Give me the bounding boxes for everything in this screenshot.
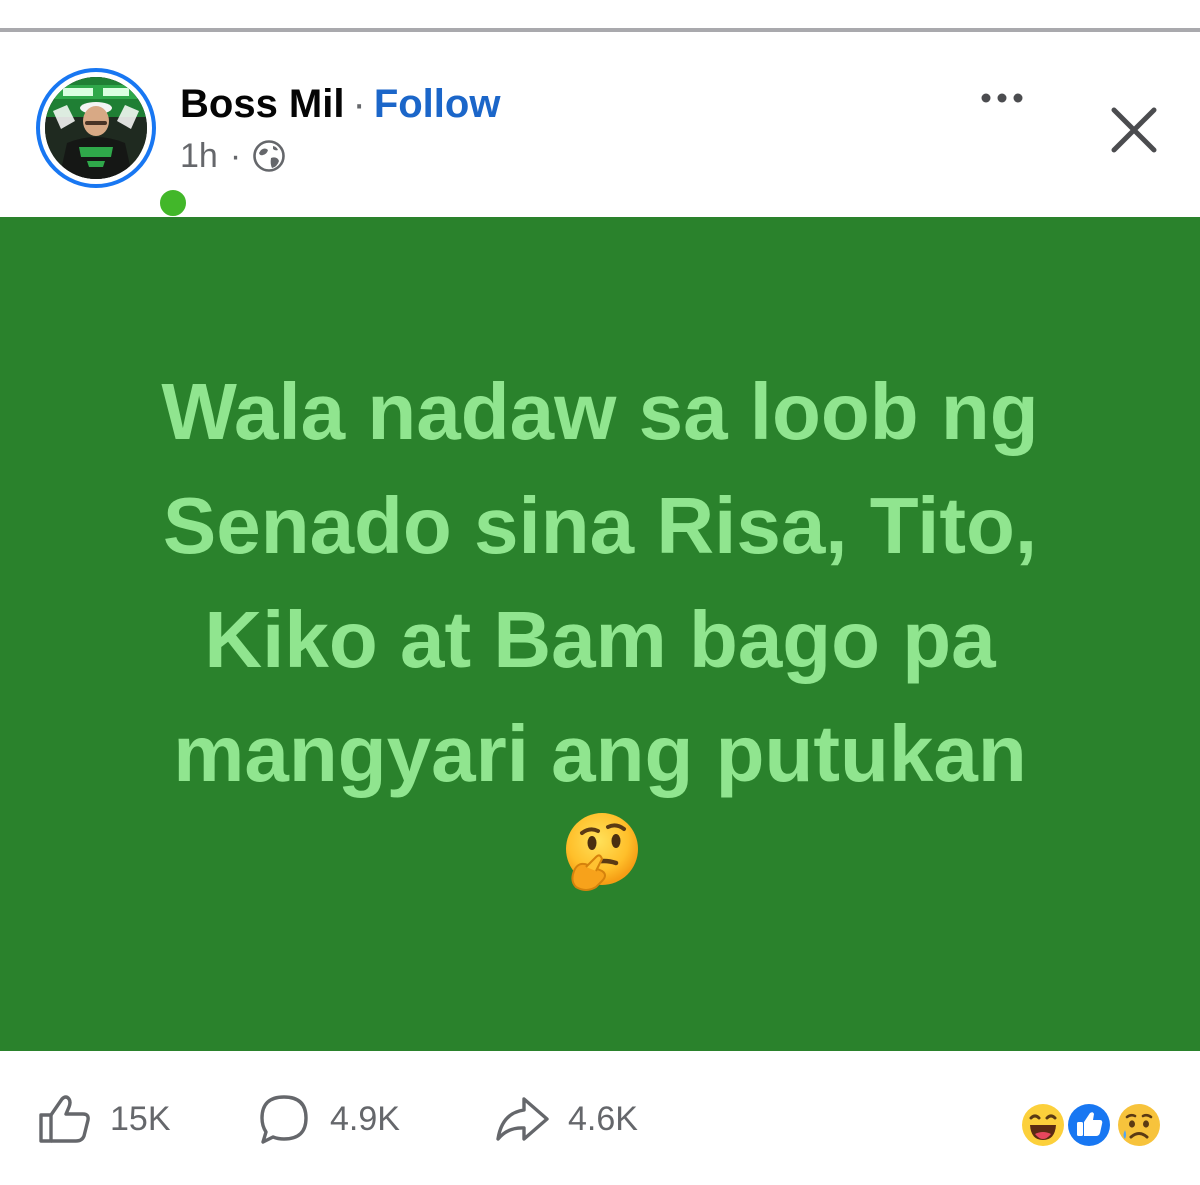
share-count: 4.6K bbox=[568, 1099, 638, 1138]
more-options-button[interactable] bbox=[970, 78, 1034, 118]
post-text: Wala nadaw sa loob ng Senado sina Risa, … bbox=[161, 367, 1039, 798]
avatar[interactable] bbox=[36, 68, 191, 221]
close-button[interactable] bbox=[1104, 100, 1164, 160]
author-line: Boss Mil · Follow bbox=[180, 80, 500, 128]
follow-button[interactable]: Follow bbox=[374, 82, 501, 127]
reaction-summary[interactable] bbox=[1018, 1100, 1168, 1150]
thumbs-up-icon bbox=[36, 1091, 92, 1147]
post-header: Boss Mil · Follow 1h · bbox=[0, 32, 1200, 221]
post-time[interactable]: 1h bbox=[180, 137, 218, 176]
avatar-photo bbox=[45, 77, 147, 179]
comment-count: 4.9K bbox=[330, 1099, 400, 1138]
thinking-face-icon bbox=[556, 809, 644, 897]
like-button[interactable]: 15K bbox=[36, 1091, 171, 1147]
share-arrow-icon bbox=[494, 1091, 550, 1147]
sad-reaction-icon bbox=[1114, 1100, 1164, 1150]
close-icon bbox=[1111, 107, 1157, 153]
like-count: 15K bbox=[110, 1099, 171, 1138]
more-horizontal-icon bbox=[981, 93, 1023, 103]
share-button[interactable]: 4.6K bbox=[494, 1091, 638, 1147]
top-strip bbox=[0, 0, 1200, 28]
comment-bubble-icon bbox=[256, 1091, 312, 1147]
post-content[interactable]: Wala nadaw sa loob ng Senado sina Risa, … bbox=[0, 217, 1200, 1051]
avatar-picture bbox=[45, 77, 147, 179]
comment-button[interactable]: 4.9K bbox=[256, 1091, 400, 1147]
post-meta: 1h · bbox=[180, 136, 287, 176]
author-name[interactable]: Boss Mil bbox=[180, 82, 344, 127]
name-separator: · bbox=[352, 81, 366, 126]
online-status-dot bbox=[155, 185, 191, 221]
like-reaction-icon bbox=[1064, 1100, 1114, 1150]
globe-icon bbox=[251, 138, 287, 174]
meta-separator: · bbox=[229, 136, 242, 175]
haha-reaction-icon bbox=[1018, 1100, 1068, 1150]
